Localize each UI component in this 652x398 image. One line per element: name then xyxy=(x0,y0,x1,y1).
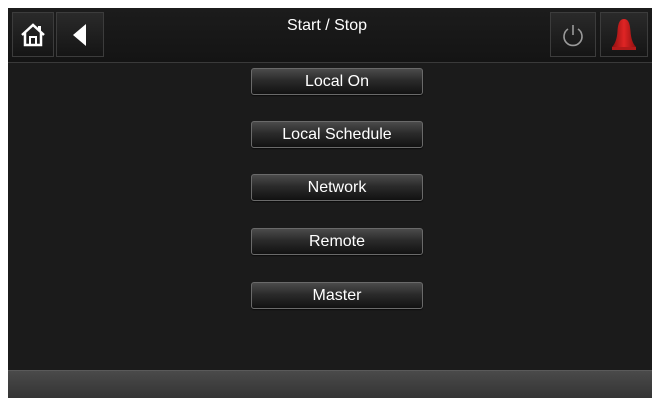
back-arrow-icon xyxy=(70,22,90,48)
remote-button[interactable]: Remote xyxy=(251,228,423,255)
home-icon xyxy=(19,21,47,49)
local-schedule-button[interactable]: Local Schedule xyxy=(251,121,423,148)
power-icon xyxy=(560,22,586,48)
alarm-bell-icon xyxy=(609,17,639,53)
network-button[interactable]: Network xyxy=(251,174,423,201)
start-stop-screen: Start / Stop Local On Local Schedule Net… xyxy=(8,8,652,398)
power-button[interactable] xyxy=(550,12,596,57)
home-button[interactable] xyxy=(12,12,54,57)
master-button[interactable]: Master xyxy=(251,282,423,309)
local-on-button[interactable]: Local On xyxy=(251,68,423,95)
header-bar: Start / Stop xyxy=(8,8,652,63)
page-title: Start / Stop xyxy=(286,17,368,34)
back-button[interactable] xyxy=(56,12,104,57)
footer-bar xyxy=(8,370,652,398)
alarm-button[interactable] xyxy=(600,12,648,57)
